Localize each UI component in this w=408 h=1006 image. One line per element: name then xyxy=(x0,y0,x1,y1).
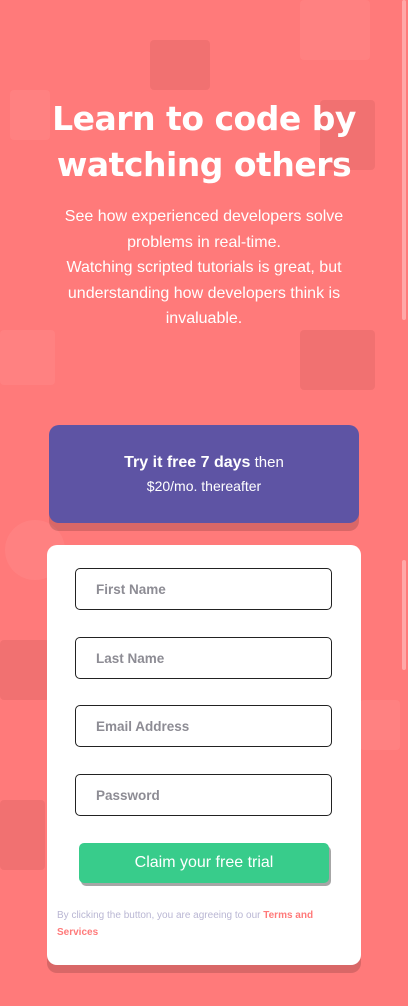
password-input[interactable] xyxy=(75,774,332,816)
hero-title: Learn to code by watching others xyxy=(52,99,356,184)
trial-banner-line1: Try it free 7 days then xyxy=(124,451,284,475)
terms-text: By clicking the button, you are agreeing… xyxy=(57,907,352,941)
trial-banner-line2: $20/mo. thereafter xyxy=(146,478,262,494)
hero-description-line1: See how experienced developers solve pro… xyxy=(64,208,344,251)
claim-trial-button[interactable]: Claim your free trial xyxy=(79,843,329,883)
hero-section: Learn to code by watching others See how… xyxy=(0,96,408,332)
trial-banner: Try it free 7 days then $20/mo. thereaft… xyxy=(49,425,359,523)
last-name-input[interactable] xyxy=(75,637,332,679)
hero-description: See how experienced developers solve pro… xyxy=(39,204,369,332)
trial-banner-bold: Try it free 7 days xyxy=(124,454,251,471)
terms-prefix: By clicking the button, you are agreeing… xyxy=(57,910,264,921)
trial-banner-rest: then xyxy=(250,454,284,471)
signup-form-card: Claim your free trial By clicking the bu… xyxy=(47,545,361,965)
first-name-input[interactable] xyxy=(75,568,332,610)
email-input[interactable] xyxy=(75,705,332,747)
hero-description-line2: Watching scripted tutorials is great, bu… xyxy=(66,259,342,327)
page-scrollbar-secondary[interactable] xyxy=(402,560,406,670)
